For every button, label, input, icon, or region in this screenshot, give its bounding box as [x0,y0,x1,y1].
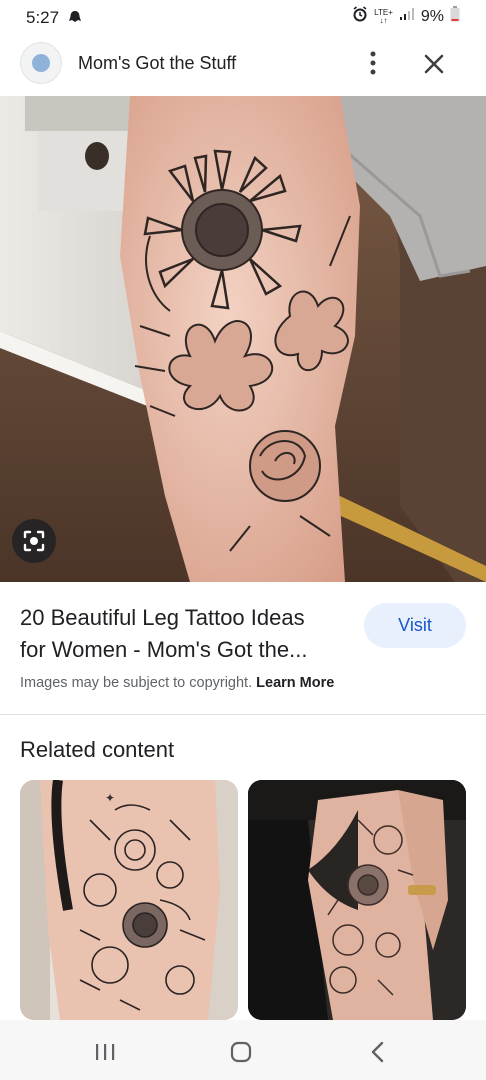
result-title-line-2: for Women - Mom's Got the... [20,637,308,662]
network-arrows: ↓↑ [379,15,388,25]
status-time: 5:27 [26,8,60,27]
related-tattoo-image: ✦ [20,780,238,1020]
system-nav-bar [0,1020,486,1080]
tattoo-photo [0,96,486,582]
recents-icon [96,1044,115,1060]
close-button[interactable] [418,48,450,80]
home-button[interactable] [229,1040,253,1064]
more-vert-icon [370,51,376,75]
copyright-text: Images may be subject to copyright. [20,675,253,691]
status-bar: 5:27 LTE+ ↓↑ 9% [0,0,486,34]
result-image[interactable] [0,96,486,582]
related-thumbnail[interactable]: ✦ [20,780,238,1020]
battery-icon [450,6,460,27]
site-name[interactable]: Mom's Got the Stuff [78,53,236,74]
learn-more-link[interactable]: Learn More [256,675,334,691]
related-content-heading: Related content [20,737,175,762]
signal-icon [399,7,415,26]
copyright-notice: Images may be subject to copyright. Lear… [20,675,334,691]
google-lens-icon [23,530,45,552]
related-tattoo-image [248,780,466,1020]
recents-button[interactable] [93,1042,117,1062]
home-icon [230,1041,252,1063]
svg-text:✦: ✦ [105,791,115,805]
alarm-icon [352,6,368,27]
google-lens-button[interactable] [12,519,56,563]
result-title[interactable]: 20 Beautiful Leg Tattoo Ideas for Women … [20,602,350,666]
back-icon [371,1041,384,1063]
back-button[interactable] [367,1040,389,1064]
battery-percent: 9% [420,7,444,25]
section-divider [0,714,486,715]
result-header: Mom's Got the Stuff [0,34,486,96]
related-thumbnail[interactable] [248,780,466,1020]
visit-button[interactable]: Visit [364,603,466,648]
close-icon [424,54,444,74]
site-favicon[interactable] [20,42,62,84]
more-options-button[interactable] [358,48,388,78]
ghost-icon [68,10,82,29]
result-title-line-1: 20 Beautiful Leg Tattoo Ideas [20,605,305,630]
network-indicator: LTE+ ↓↑ [374,8,393,25]
